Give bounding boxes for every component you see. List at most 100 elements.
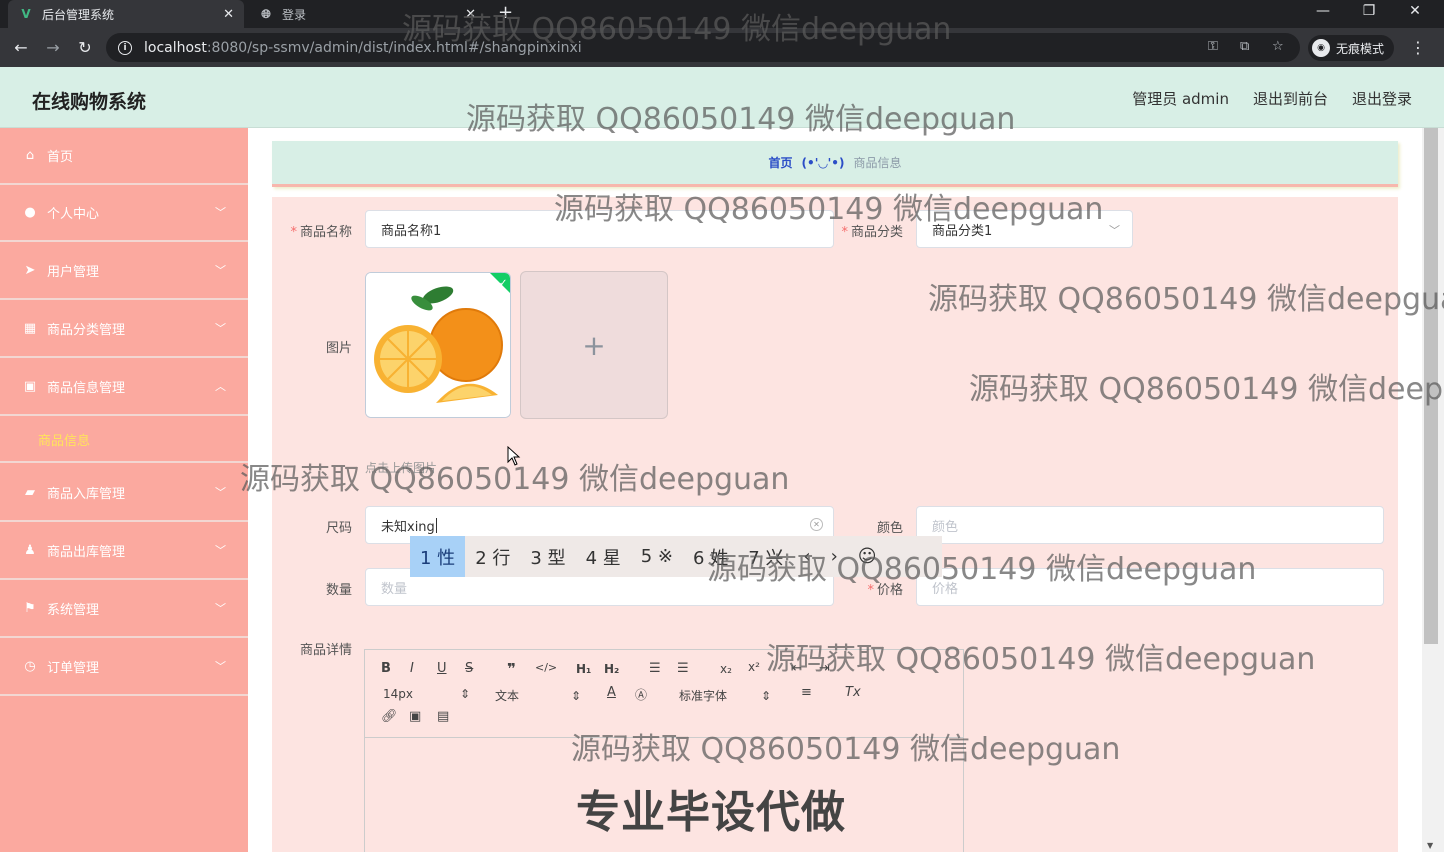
browser-menu-icon[interactable]: ⋮ bbox=[1410, 38, 1426, 57]
superscript-icon[interactable]: x² bbox=[748, 660, 760, 674]
indent-icon[interactable]: ⇥ bbox=[819, 661, 830, 676]
image-icon[interactable]: ▣ bbox=[409, 709, 421, 724]
sidebar-item-stock-in[interactable]: ▰ 商品入库管理 ﹀ bbox=[0, 465, 248, 522]
chevron-down-icon: ﹀ bbox=[215, 206, 226, 219]
key-icon[interactable]: ⚿ bbox=[1208, 39, 1218, 54]
incognito-label: 无痕模式 bbox=[1336, 41, 1385, 56]
link-icon[interactable]: 🔗︎ bbox=[381, 709, 398, 724]
sidebar-item-home[interactable]: ⌂ 首页 bbox=[0, 128, 248, 185]
site-info-icon[interactable]: i bbox=[118, 40, 132, 55]
image-label: 图片 bbox=[325, 341, 352, 356]
sidebar-item-orders[interactable]: ◷ 订单管理 ﹀ bbox=[0, 639, 248, 696]
sidebar-subitem-product-info[interactable]: 商品信息 bbox=[0, 417, 248, 463]
sidebar-item-category-management[interactable]: ▦ 商品分类管理 ﹀ bbox=[0, 301, 248, 358]
product-name-input[interactable]: 商品名称1 bbox=[365, 210, 834, 248]
flag-icon: ⚑ bbox=[24, 601, 36, 616]
subscript-icon[interactable]: x₂ bbox=[720, 662, 732, 676]
ime-candidate[interactable]: 4 星 bbox=[576, 536, 631, 577]
font-size-select[interactable]: 14px ⇕ bbox=[383, 687, 470, 701]
site-brand: 在线购物系统 bbox=[32, 91, 147, 113]
product-image-thumbnail[interactable]: ✓ bbox=[365, 272, 511, 418]
new-tab-icon[interactable]: + bbox=[498, 4, 513, 22]
page-scrollbar[interactable]: ▲ ▼ bbox=[1422, 128, 1444, 852]
category-label: * 商品分类 bbox=[841, 225, 903, 240]
name-label: * 商品名称 bbox=[290, 225, 352, 240]
bookmark-star-icon[interactable]: ☆ bbox=[1272, 39, 1284, 54]
ime-prev-icon[interactable]: ‹ bbox=[793, 536, 820, 577]
ordered-list-icon[interactable]: ☰ bbox=[649, 661, 661, 676]
browser-tab-login[interactable]: 🌐︎ 登录 ✕ bbox=[250, 0, 480, 28]
header-select[interactable]: 文本 ⇕ bbox=[495, 687, 581, 704]
close-window-icon[interactable]: ✕ bbox=[1400, 3, 1430, 19]
upload-image-button[interactable]: + bbox=[520, 271, 668, 419]
sidebar-item-product-management[interactable]: ▣ 商品信息管理 ︿ bbox=[0, 359, 248, 416]
translate-icon[interactable]: ⧉ bbox=[1240, 39, 1249, 54]
chevron-down-icon: ﹀ bbox=[1109, 224, 1120, 237]
logout-link[interactable]: 退出登录 bbox=[1352, 88, 1412, 109]
tab-title: 后台管理系统 bbox=[42, 7, 115, 22]
heading1-icon[interactable]: H₁ bbox=[576, 662, 591, 676]
person-icon: ♟ bbox=[24, 543, 36, 558]
blockquote-icon[interactable]: ❞ bbox=[507, 660, 516, 678]
clock-icon: ◷ bbox=[24, 659, 36, 674]
app-header: 在线购物系统 管理员 admin 退出到前台 退出登录 bbox=[0, 67, 1444, 128]
scrollbar-thumb[interactable] bbox=[1424, 128, 1438, 644]
url-field[interactable]: i localhost:8080/sp-ssmv/admin/dist/inde… bbox=[106, 33, 1300, 62]
breadcrumb-separator: (•'◡'•) bbox=[801, 155, 845, 170]
category-select[interactable]: 商品分类1 ﹀ bbox=[916, 210, 1133, 248]
sidebar-item-user-management[interactable]: ➤ 用户管理 ﹀ bbox=[0, 243, 248, 300]
video-icon[interactable]: ▤ bbox=[437, 709, 449, 724]
clear-format-icon[interactable]: Tx bbox=[845, 685, 861, 700]
truck-icon: ▰ bbox=[25, 485, 35, 500]
align-icon[interactable]: ≡ bbox=[801, 685, 812, 700]
ime-candidate-bar: 1 性 2 行 3 型 4 星 5 ※ 6 姓 7 兴 ‹ › ☺ bbox=[410, 536, 942, 577]
code-icon[interactable]: </> bbox=[535, 661, 557, 674]
close-tab-icon[interactable]: ✕ bbox=[223, 7, 234, 22]
emoji-icon[interactable]: ☺ bbox=[848, 536, 887, 577]
url-host: localhost bbox=[144, 39, 207, 56]
strikethrough-icon[interactable]: S bbox=[465, 661, 473, 676]
minimize-icon[interactable]: — bbox=[1308, 3, 1338, 19]
sidebar-item-personal-center[interactable]: ● 个人中心 ﹀ bbox=[0, 185, 248, 242]
back-icon[interactable]: ← bbox=[10, 37, 32, 59]
sidebar-item-system[interactable]: ⚑ 系统管理 ﹀ bbox=[0, 581, 248, 638]
ime-candidate[interactable]: 3 型 bbox=[520, 536, 575, 577]
user-icon: ● bbox=[24, 205, 36, 220]
background-color-icon[interactable]: Ⓐ bbox=[635, 686, 647, 703]
ime-candidate[interactable]: 1 性 bbox=[410, 536, 466, 577]
outdent-icon[interactable]: ⇤ bbox=[791, 661, 802, 676]
italic-icon[interactable]: I bbox=[410, 661, 414, 676]
font-family-select[interactable]: 标准字体 ⇕ bbox=[679, 687, 771, 704]
ime-candidate[interactable]: 5 ※ bbox=[631, 536, 683, 577]
ime-candidate[interactable]: 6 姓 bbox=[683, 536, 738, 577]
font-color-icon[interactable]: A bbox=[607, 685, 616, 700]
color-input[interactable]: 颜色 bbox=[916, 506, 1384, 544]
scroll-down-icon[interactable]: ▼ bbox=[1427, 841, 1433, 850]
underline-icon[interactable]: U bbox=[437, 661, 447, 676]
ime-candidate[interactable]: 7 兴 bbox=[738, 536, 793, 577]
forward-icon[interactable]: → bbox=[42, 37, 64, 59]
bold-icon[interactable]: B bbox=[381, 661, 391, 676]
sidebar-item-label: 商品入库管理 bbox=[47, 487, 126, 502]
address-bar: ← → ↻ i localhost:8080/sp-ssmv/admin/dis… bbox=[0, 28, 1444, 67]
breadcrumb-home[interactable]: 首页 bbox=[769, 154, 793, 171]
price-label: * 价格 bbox=[867, 583, 903, 598]
heading2-icon[interactable]: H₂ bbox=[604, 662, 619, 676]
sidebar-item-label: 商品信息管理 bbox=[47, 381, 126, 396]
price-input[interactable]: 价格 bbox=[916, 568, 1384, 606]
sidebar-item-label: 首页 bbox=[47, 150, 74, 165]
restore-icon[interactable]: ❐ bbox=[1354, 3, 1384, 19]
chevron-down-icon: ﹀ bbox=[215, 322, 226, 335]
ime-candidate[interactable]: 2 行 bbox=[465, 536, 520, 577]
chevron-down-icon: ﹀ bbox=[215, 544, 226, 557]
back-to-front-link[interactable]: 退出到前台 bbox=[1253, 88, 1328, 109]
close-tab-icon[interactable]: ✕ bbox=[465, 7, 476, 22]
ime-next-icon[interactable]: › bbox=[821, 536, 848, 577]
incognito-badge[interactable]: ◉ 无痕模式 bbox=[1308, 35, 1395, 61]
sidebar-item-stock-out[interactable]: ♟ 商品出库管理 ﹀ bbox=[0, 523, 248, 580]
clear-input-icon[interactable]: ✕ bbox=[810, 518, 823, 531]
grid-icon: ▦ bbox=[23, 321, 37, 336]
bullet-list-icon[interactable]: ☰ bbox=[677, 661, 689, 676]
reload-icon[interactable]: ↻ bbox=[74, 37, 96, 59]
browser-tab-admin[interactable]: V 后台管理系统 ✕ bbox=[8, 0, 244, 28]
